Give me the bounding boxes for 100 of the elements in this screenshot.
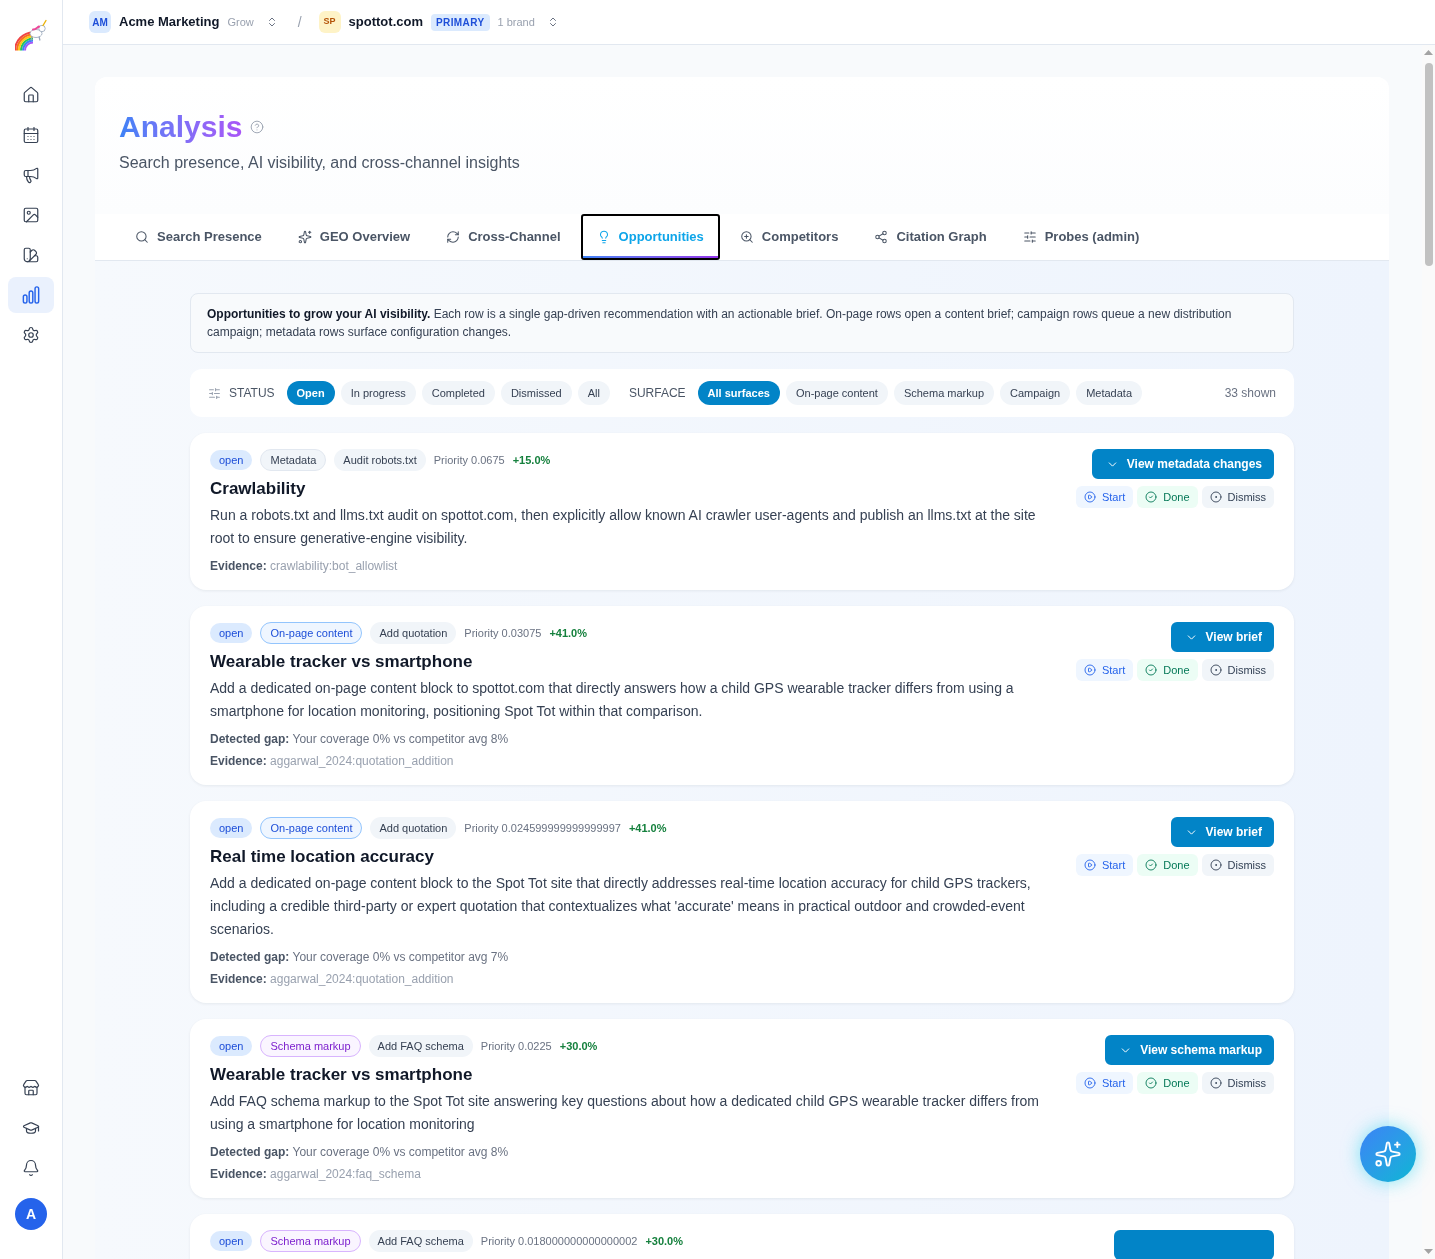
brand-name[interactable]: spottot.com <box>348 12 423 32</box>
filter-chip[interactable]: On-page content <box>785 381 888 405</box>
card-description: Run a robots.txt and llms.txt audit on spottot.com, then explicitly allow known AI crawler user-agents and publish an llms.txt at the site root to ensure generative-engine visibility. <box>210 506 1037 548</box>
org-badge: AM <box>89 11 111 33</box>
evidence-value: aggarwal_2024:quotation_addition <box>270 972 454 986</box>
done-button[interactable]: Done <box>1137 1072 1198 1094</box>
start-button[interactable]: Start <box>1075 1072 1134 1094</box>
card-title: Real time location accuracy <box>210 846 435 868</box>
filter-chip[interactable]: Completed <box>421 381 495 405</box>
done-button[interactable]: Done <box>1137 854 1198 876</box>
plan-label: Grow <box>227 14 254 30</box>
card-description: Add FAQ schema markup to the Spot Tot site answering key questions about how a dedicated child GPS wearable tracker differs from using a smartphone for location monitoring <box>210 1092 1041 1134</box>
org-name[interactable]: Acme Marketing <box>119 12 220 32</box>
home-icon <box>22 86 40 104</box>
search-icon <box>135 230 149 244</box>
result-count: 33 shown <box>1224 385 1276 402</box>
megaphone-icon <box>22 166 40 184</box>
gap-label: Detected gap: <box>210 950 290 964</box>
card-title: Wearable tracker vs smartphone <box>210 651 474 673</box>
rainbow-unicorn-logo[interactable] <box>15 19 47 51</box>
evidence-label: Evidence: <box>210 972 267 986</box>
card-title: Crawlability <box>210 478 307 500</box>
settings-icon <box>22 326 40 344</box>
lift-text: +30.0% <box>645 1233 683 1249</box>
status-badge: open <box>210 1231 253 1251</box>
evidence-value: aggarwal_2024:quotation_addition <box>270 754 454 768</box>
primary-action-button[interactable]: View schema markup <box>1105 1035 1274 1065</box>
tab[interactable]: Citation Graph <box>858 214 1003 260</box>
user-avatar[interactable]: A <box>15 1198 47 1230</box>
action-tag: Add FAQ schema <box>368 1230 473 1252</box>
check-circle-icon <box>1145 664 1158 676</box>
priority-text: Priority 0.024599999999999997 <box>464 820 621 836</box>
gap-value: Your coverage 0% vs competitor avg 7% <box>292 950 509 964</box>
status-badge: open <box>210 623 253 643</box>
priority-text: Priority 0.0225 <box>480 1038 552 1054</box>
dot-circle-icon <box>1209 859 1222 871</box>
floating-assistant-button[interactable] <box>1360 1126 1416 1182</box>
card-title: Wearable tracker vs smartphone <box>210 1064 474 1086</box>
dot-circle-icon <box>1209 664 1222 676</box>
sidebar-item[interactable] <box>8 277 54 313</box>
calendar-icon <box>22 126 40 144</box>
filter-chip[interactable]: All surfaces <box>697 381 780 405</box>
scrollbar-thumb[interactable] <box>1424 63 1433 266</box>
filter-chip[interactable]: In progress <box>340 381 416 405</box>
dismiss-button[interactable]: Dismiss <box>1201 854 1274 876</box>
action-tag: Audit robots.txt <box>334 449 426 471</box>
evidence-label: Evidence: <box>210 1167 267 1181</box>
page-subtitle: Search presence, AI visibility, and cross-channel insights <box>119 153 521 173</box>
filter-chip[interactable]: Metadata <box>1076 381 1142 405</box>
graduation-cap-icon <box>22 1119 40 1137</box>
filter-chip[interactable]: Schema markup <box>893 381 994 405</box>
lift-text: +15.0% <box>512 452 551 468</box>
check-circle-icon <box>1145 859 1158 871</box>
lift-text: +41.0% <box>628 820 667 836</box>
dot-circle-icon <box>1209 491 1222 503</box>
evidence-value: crawlability:bot_allowlist <box>270 559 398 573</box>
sparkles-icon <box>1374 1140 1402 1168</box>
priority-text: Priority 0.0675 <box>433 452 505 468</box>
filter-chip[interactable]: Dismissed <box>500 381 572 405</box>
start-button[interactable]: Start <box>1075 486 1134 508</box>
refresh-icon <box>446 230 461 244</box>
done-button[interactable]: Done <box>1137 486 1198 508</box>
intro-text: Opportunities to grow your AI visibility. Each row is a single gap-driven recommendation with an actionable brief. On-page rows open a content brief; campaign rows queue a new distribution campaign; metadata rows surface configuration changes. <box>207 306 1233 341</box>
sliders-icon <box>208 386 221 400</box>
filter-chip[interactable]: All <box>577 381 610 405</box>
sliders-icon <box>1022 230 1037 244</box>
card-description: Add a dedicated on-page content block to the Spot Tot site that directly addresses real-time location accuracy for child GPS trackers, including a credible third-party or expert quotation that contextualizes what 'accurate' means in practical outdoor and crowded-event scenarios. <box>210 874 1032 939</box>
primary-action-button[interactable]: View brief <box>1170 622 1274 652</box>
zoom-in-icon <box>739 230 754 244</box>
sparkles-icon <box>297 230 312 244</box>
check-circle-icon <box>1145 1077 1158 1089</box>
lift-text: +41.0% <box>549 625 587 641</box>
dismiss-button[interactable]: Dismiss <box>1201 1072 1274 1094</box>
filter-chip[interactable]: Open <box>286 381 335 405</box>
evidence-label: Evidence: <box>210 754 267 768</box>
start-button[interactable]: Start <box>1075 659 1134 681</box>
surface-tag: On-page content <box>260 817 363 839</box>
gap-label: Detected gap: <box>210 1145 290 1159</box>
tab[interactable]: Cross-Channel <box>430 214 577 260</box>
tab[interactable]: Competitors <box>723 214 855 260</box>
done-button[interactable]: Done <box>1137 659 1198 681</box>
gap-value: Your coverage 0% vs competitor avg 8% <box>292 1145 509 1159</box>
tab[interactable]: GEO Overview <box>281 214 427 260</box>
tab[interactable]: Probes (admin) <box>1006 214 1156 260</box>
tab[interactable]: Search Presence <box>119 214 278 260</box>
action-tag: Add quotation <box>370 622 457 644</box>
filter-chip[interactable]: Campaign <box>1000 381 1071 405</box>
play-circle-icon <box>1083 491 1096 503</box>
gap-value: Your coverage 0% vs competitor avg 8% <box>292 732 509 746</box>
evidence-label: Evidence: <box>210 559 267 573</box>
start-button[interactable]: Start <box>1075 854 1134 876</box>
status-badge: open <box>210 1036 253 1056</box>
dismiss-button[interactable]: Dismiss <box>1201 486 1274 508</box>
check-circle-icon <box>1145 491 1158 503</box>
dismiss-button[interactable]: Dismiss <box>1201 659 1274 681</box>
action-tag: Add quotation <box>370 817 457 839</box>
brand-count: 1 brand <box>497 14 535 30</box>
primary-action-button[interactable]: View metadata changes <box>1091 449 1274 479</box>
dot-circle-icon <box>1209 1077 1222 1089</box>
primary-action-button[interactable]: View brief <box>1170 817 1274 847</box>
